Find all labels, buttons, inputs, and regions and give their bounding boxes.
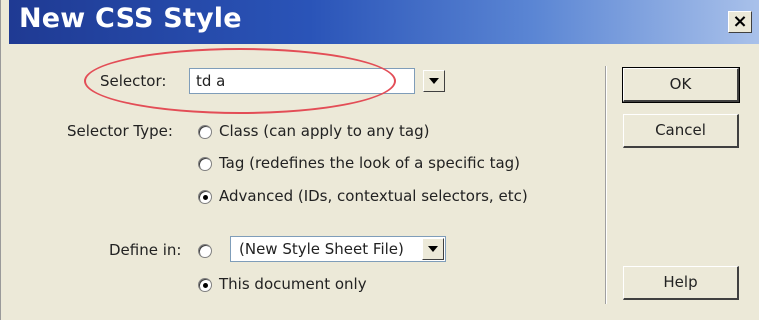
selector-input-value: td a [196, 72, 226, 90]
style-sheet-select-value: (New Style Sheet File) [239, 240, 404, 258]
radio-this-document-only-label[interactable]: This document only [219, 275, 367, 293]
new-css-style-dialog: New CSS Style × Selector: td a Selector … [0, 0, 759, 320]
vertical-divider [605, 66, 607, 304]
selector-label: Selector: [100, 72, 167, 90]
selector-input[interactable]: td a [189, 68, 415, 94]
radio-class-label[interactable]: Class (can apply to any tag) [219, 122, 429, 140]
style-sheet-select[interactable]: (New Style Sheet File) [230, 236, 446, 262]
window-title: New CSS Style [19, 3, 242, 34]
close-icon: × [732, 11, 748, 32]
define-in-label: Define in: [109, 241, 182, 259]
radio-tag[interactable] [198, 157, 212, 171]
close-button[interactable]: × [728, 11, 752, 33]
dialog-content: Selector: td a Selector Type: Class (can… [9, 44, 759, 320]
selector-type-label: Selector Type: [67, 122, 173, 140]
radio-this-document-only[interactable] [198, 278, 212, 292]
chevron-down-icon [428, 246, 438, 252]
radio-class[interactable] [198, 125, 212, 139]
help-button[interactable]: Help [623, 266, 739, 300]
radio-new-style-sheet[interactable] [198, 244, 212, 258]
radio-advanced-label[interactable]: Advanced (IDs, contextual selectors, etc… [219, 187, 528, 205]
selector-dropdown-button[interactable] [423, 70, 445, 92]
ok-button[interactable]: OK [622, 67, 740, 103]
radio-advanced[interactable] [198, 190, 212, 204]
style-sheet-dropdown-button[interactable] [422, 238, 444, 260]
title-bar[interactable]: New CSS Style × [9, 0, 759, 44]
radio-tag-label[interactable]: Tag (redefines the look of a specific ta… [219, 154, 520, 172]
chevron-down-icon [429, 78, 439, 84]
cancel-button[interactable]: Cancel [623, 114, 739, 148]
